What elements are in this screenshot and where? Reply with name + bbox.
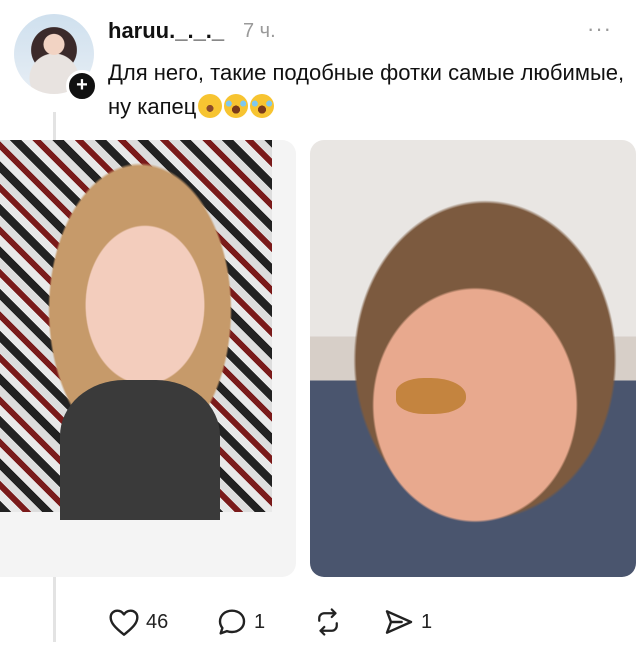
like-button[interactable]: 46 — [108, 606, 168, 638]
timestamp: 7 ч. — [243, 20, 276, 42]
more-options-icon[interactable]: ··· — [587, 16, 612, 42]
laughing-emoji-icon — [224, 94, 249, 118]
action-bar: 46 1 1 — [108, 606, 528, 638]
comment-icon — [218, 609, 246, 635]
share-button[interactable]: 1 — [383, 606, 432, 638]
username[interactable]: haruu._._._ — [108, 18, 224, 44]
photo-2[interactable] — [310, 140, 636, 577]
follow-plus-icon[interactable]: + — [66, 70, 98, 102]
post-text: Для него, такие подобные фотки самые люб… — [108, 56, 628, 124]
laughing-emoji-icon — [250, 94, 275, 118]
share-count: 1 — [421, 610, 433, 633]
heart-icon — [109, 609, 139, 636]
repost-button[interactable] — [313, 606, 349, 638]
crying-emoji-icon — [198, 94, 223, 118]
reply-count: 1 — [254, 610, 266, 633]
post-text-body: Для него, такие подобные фотки самые люб… — [108, 60, 625, 119]
reply-button[interactable]: 1 — [216, 606, 265, 638]
photo-1-image — [0, 140, 272, 520]
photo-1[interactable] — [0, 140, 296, 577]
like-count: 46 — [146, 610, 169, 633]
send-icon — [385, 610, 413, 634]
repost-icon — [318, 608, 338, 636]
